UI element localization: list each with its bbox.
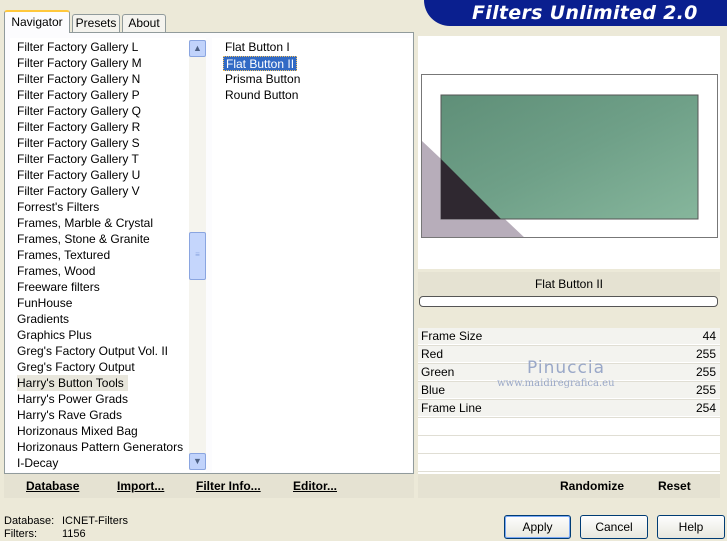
category-item[interactable]: Gradients bbox=[17, 311, 71, 327]
category-item[interactable]: Frames, Stone & Granite bbox=[17, 231, 152, 247]
apply-button[interactable]: Apply bbox=[504, 515, 571, 539]
watermark-name: Pinuccia bbox=[527, 358, 605, 378]
parameter-row bbox=[418, 454, 720, 470]
progress-bar bbox=[419, 296, 718, 307]
parameter-value[interactable]: 255 bbox=[696, 364, 716, 380]
category-item[interactable]: Harry's Button Tools bbox=[17, 375, 128, 391]
filter-item[interactable]: Flat Button II bbox=[223, 56, 298, 71]
parameter-name: Green bbox=[421, 365, 455, 379]
watermark-url: www.maidiregrafica.eu bbox=[497, 378, 615, 389]
filters-value: 1156 bbox=[62, 528, 86, 540]
parameter-panel: Frame Size 44 Red 255 Green 255 Blue 255 Frame L… bbox=[418, 328, 720, 490]
scroll-down-icon[interactable]: ▼ bbox=[189, 453, 206, 470]
category-item[interactable]: Filter Factory Gallery R bbox=[17, 119, 142, 135]
database-label: Database: bbox=[4, 515, 55, 527]
category-item[interactable]: Filter Factory Gallery T bbox=[17, 151, 141, 167]
category-item[interactable]: Harry's Power Grads bbox=[17, 391, 130, 407]
parameter-value[interactable]: 255 bbox=[696, 346, 716, 362]
parameter-value[interactable]: 255 bbox=[696, 382, 716, 398]
status-database: Database: ICNET-Filters bbox=[4, 515, 128, 528]
selected-filter-title: Flat Button II bbox=[418, 272, 720, 296]
category-item[interactable]: Frames, Wood bbox=[17, 263, 97, 279]
category-item[interactable]: Filter Factory Gallery V bbox=[17, 183, 142, 199]
filter-list[interactable]: Flat Button I Flat Button II Prisma Button… bbox=[212, 38, 412, 472]
category-item[interactable]: Horizonaus Mixed Bag bbox=[17, 423, 140, 439]
parameter-row[interactable]: Frame Size 44 bbox=[418, 328, 720, 344]
parameter-name: Blue bbox=[421, 383, 446, 397]
category-item[interactable]: Freeware filters bbox=[17, 279, 102, 295]
import-button[interactable]: Import... bbox=[117, 477, 164, 495]
app-title-banner: Filters Unlimited 2.0 bbox=[424, 0, 727, 26]
tab-navigator[interactable]: Navigator bbox=[4, 10, 70, 33]
scroll-thumb[interactable]: ≡ bbox=[189, 232, 206, 280]
category-item[interactable]: Greg's Factory Output bbox=[17, 359, 137, 375]
parameter-row bbox=[418, 436, 720, 452]
parameter-name: Frame Size bbox=[421, 329, 483, 343]
filters-label: Filters: bbox=[4, 528, 37, 540]
parameter-row[interactable]: Frame Line 254 bbox=[418, 400, 720, 416]
category-item[interactable]: Frames, Textured bbox=[17, 247, 112, 263]
right-toolbar: Randomize Reset bbox=[418, 474, 720, 498]
filter-info-button[interactable]: Filter Info... bbox=[196, 477, 261, 495]
left-toolbar: Database Import... Filter Info... Editor… bbox=[4, 474, 414, 498]
category-item[interactable]: Harry's Rave Grads bbox=[17, 407, 124, 423]
database-button[interactable]: Database bbox=[26, 477, 79, 495]
category-item[interactable]: FunHouse bbox=[17, 295, 74, 311]
tab-about[interactable]: About bbox=[122, 14, 166, 32]
category-item[interactable]: Horizonaus Pattern Generators bbox=[17, 439, 185, 455]
parameter-value[interactable]: 254 bbox=[696, 400, 716, 416]
category-item[interactable]: Filter Factory Gallery P bbox=[17, 87, 142, 103]
category-scrollbar[interactable]: ▲ ≡ ▼ bbox=[189, 40, 206, 470]
editor-button[interactable]: Editor... bbox=[293, 477, 337, 495]
filter-item[interactable]: Round Button bbox=[223, 88, 300, 103]
category-item[interactable]: Graphics Plus bbox=[17, 327, 94, 343]
filter-item[interactable]: Flat Button I bbox=[223, 40, 292, 55]
category-item[interactable]: Filter Factory Gallery U bbox=[17, 167, 142, 183]
category-list[interactable]: Filter Factory Gallery L Filter Factory G… bbox=[10, 38, 206, 472]
category-item[interactable]: I-Decay bbox=[17, 455, 60, 471]
filter-item[interactable]: Prisma Button bbox=[223, 72, 302, 87]
cancel-button[interactable]: Cancel bbox=[580, 515, 648, 539]
parameter-value[interactable]: 44 bbox=[703, 328, 716, 344]
category-item[interactable]: Filter Factory Gallery S bbox=[17, 135, 142, 151]
tab-presets[interactable]: Presets bbox=[72, 14, 120, 32]
randomize-button[interactable]: Randomize bbox=[560, 477, 624, 495]
category-item[interactable]: Frames, Marble & Crystal bbox=[17, 215, 155, 231]
parameter-name: Red bbox=[421, 347, 444, 361]
status-filters: Filters: 1156 bbox=[4, 528, 86, 541]
category-item[interactable]: Filter Factory Gallery L bbox=[17, 39, 140, 55]
category-item[interactable]: Forrest's Filters bbox=[17, 199, 101, 215]
reset-button[interactable]: Reset bbox=[658, 477, 691, 495]
preview-image bbox=[421, 74, 718, 238]
parameter-row bbox=[418, 418, 720, 434]
category-item[interactable]: Filter Factory Gallery N bbox=[17, 71, 142, 87]
scroll-up-icon[interactable]: ▲ bbox=[189, 40, 206, 57]
database-value: ICNET-Filters bbox=[62, 515, 128, 527]
category-item[interactable]: Filter Factory Gallery M bbox=[17, 55, 144, 71]
category-item[interactable]: Greg's Factory Output Vol. II bbox=[17, 343, 170, 359]
parameter-name: Frame Line bbox=[421, 401, 482, 415]
help-button[interactable]: Help bbox=[657, 515, 725, 539]
category-item[interactable]: Filter Factory Gallery Q bbox=[17, 103, 143, 119]
